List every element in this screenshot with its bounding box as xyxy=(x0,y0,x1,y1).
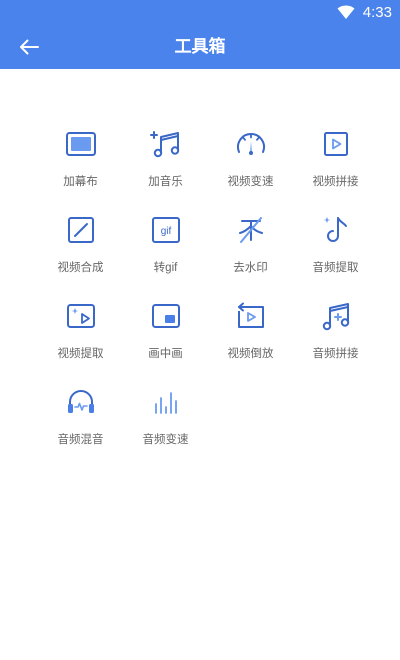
audio-join-icon xyxy=(322,303,349,331)
status-right: 4:33 xyxy=(337,3,392,21)
add-music-icon xyxy=(149,131,179,158)
remove-watermark-icon xyxy=(238,217,263,243)
svg-text:gif: gif xyxy=(160,226,171,237)
app-bar: 工具箱 xyxy=(0,24,400,69)
tool-label: 去水印 xyxy=(233,262,268,274)
tool-audio-join[interactable]: 音频拼接 xyxy=(293,298,378,384)
tool-picture-in-picture[interactable]: 画中画 xyxy=(123,298,208,384)
tool-label: 画中画 xyxy=(148,348,183,360)
status-bar: 4:33 xyxy=(0,0,400,24)
picture-in-picture-icon xyxy=(151,304,180,328)
audio-extract-icon xyxy=(323,217,347,242)
tool-label: 视频合成 xyxy=(57,262,104,274)
tool-video-extract[interactable]: 视频提取 xyxy=(38,298,123,384)
tool-label: 加幕布 xyxy=(63,176,98,188)
tool-add-canvas[interactable]: 加幕布 xyxy=(38,126,123,212)
tool-to-gif[interactable]: gif 转gif xyxy=(123,212,208,298)
tool-video-join[interactable]: 视频拼接 xyxy=(293,126,378,212)
tool-video-compose[interactable]: 视频合成 xyxy=(38,212,123,298)
tool-add-music[interactable]: 加音乐 xyxy=(123,126,208,212)
back-button[interactable] xyxy=(12,32,46,62)
tool-label: 音频拼接 xyxy=(312,348,359,360)
header-bar: 4:33 工具箱 xyxy=(0,0,400,69)
tool-video-reverse[interactable]: 视频倒放 xyxy=(208,298,293,384)
audio-speed-icon xyxy=(154,392,177,414)
video-join-icon xyxy=(323,132,348,156)
audio-mix-icon xyxy=(67,390,94,413)
tool-label: 音频混音 xyxy=(57,434,104,446)
tool-label: 加音乐 xyxy=(148,176,183,188)
tool-label: 视频倒放 xyxy=(227,348,274,360)
status-time: 4:33 xyxy=(362,3,392,21)
tool-audio-extract[interactable]: 音频提取 xyxy=(293,212,378,298)
tool-label: 转gif xyxy=(153,262,178,274)
tool-label: 音频变速 xyxy=(142,434,189,446)
tool-label: 视频提取 xyxy=(57,348,104,360)
tool-grid: 加幕布 加音乐 视频变速 视频拼接 视频合成 gif 转gif 去水印 音频提取… xyxy=(38,126,378,470)
tool-video-speed[interactable]: 视频变速 xyxy=(208,126,293,212)
tool-label: 视频变速 xyxy=(227,176,274,188)
tool-audio-mix[interactable]: 音频混音 xyxy=(38,384,123,470)
video-extract-icon xyxy=(66,304,95,328)
tool-label: 视频拼接 xyxy=(312,176,359,188)
wifi-icon xyxy=(337,5,355,19)
tool-audio-speed[interactable]: 音频变速 xyxy=(123,384,208,470)
tool-label: 音频提取 xyxy=(312,262,359,274)
video-reverse-icon xyxy=(237,302,264,328)
gif-icon: gif xyxy=(151,217,180,243)
speedometer-icon xyxy=(236,133,265,155)
canvas-icon xyxy=(65,132,96,156)
arrow-left-icon xyxy=(20,39,39,55)
tool-remove-watermark[interactable]: 去水印 xyxy=(208,212,293,298)
page-title: 工具箱 xyxy=(174,37,226,56)
video-compose-icon xyxy=(67,217,94,243)
